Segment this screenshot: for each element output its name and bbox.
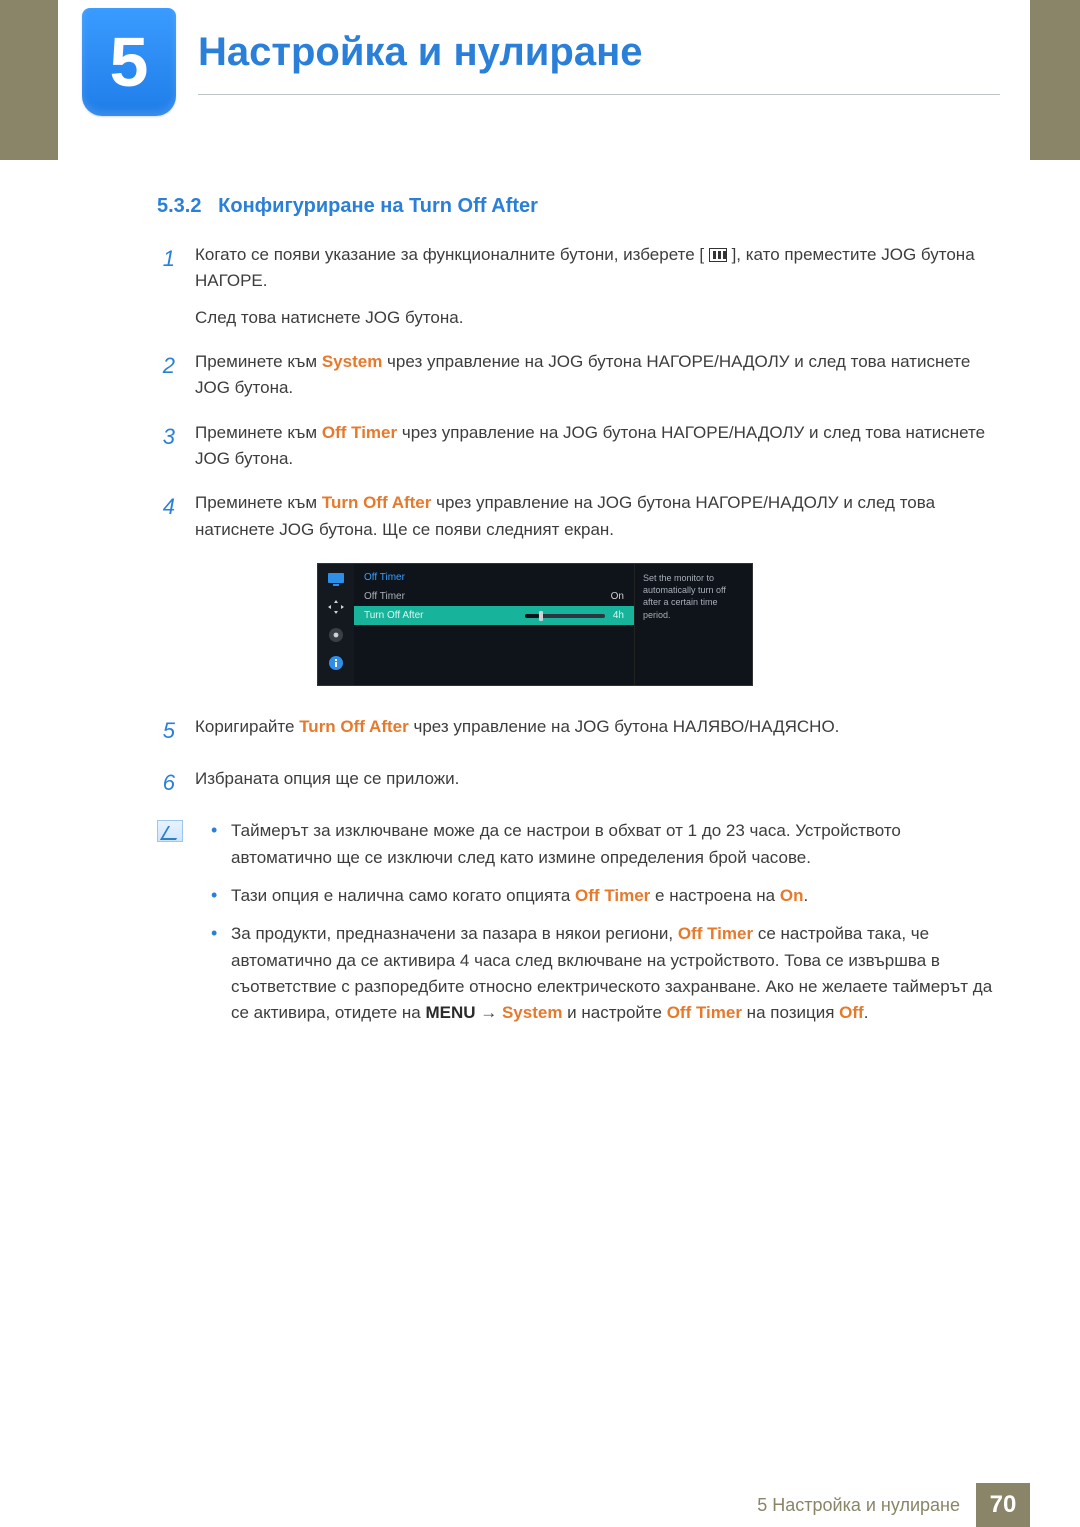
text: Тази опция е налична само когато опцията	[231, 886, 575, 905]
bullet-icon: •	[211, 818, 219, 871]
title-underline	[198, 94, 1000, 95]
step-number: 1	[157, 242, 175, 331]
text: →	[476, 1003, 502, 1022]
chapter-number-badge: 5	[82, 8, 176, 116]
osd-main: Off Timer Off Timer On Turn Off After 4h…	[354, 564, 752, 685]
text: .	[803, 886, 808, 905]
step-number: 5	[157, 714, 175, 748]
keyword-system: System	[502, 1003, 562, 1022]
bullet-icon: •	[211, 883, 219, 909]
page-content: 5.3.2 Конфигуриране на Turn Off After 1 …	[157, 195, 1000, 1039]
osd-panel: Off Timer Off Timer On Turn Off After 4h…	[317, 563, 753, 686]
page-header: 5 Настройка и нулиране	[0, 0, 1080, 160]
osd-row-label: Turn Off After	[364, 610, 423, 621]
osd-row-turn-off-after: Turn Off After 4h	[354, 606, 634, 625]
keyword-system: System	[322, 352, 382, 371]
bullet-icon: •	[211, 921, 219, 1026]
step-body: Преминете към Turn Off After чрез управл…	[195, 490, 1000, 543]
keyword-turn-off-after: Turn Off After	[299, 717, 409, 736]
step-3: 3 Преминете към Off Timer чрез управлени…	[157, 420, 1000, 473]
osd-menu: Off Timer Off Timer On Turn Off After 4h	[354, 564, 634, 685]
osd-row-value: On	[611, 591, 624, 602]
page-left-margin	[0, 160, 58, 1527]
step-4: 4 Преминете към Turn Off After чрез упра…	[157, 490, 1000, 543]
osd-slider	[525, 614, 605, 618]
note-list: • Таймерът за изключване може да се наст…	[211, 818, 1000, 1038]
monitor-icon	[326, 570, 346, 588]
note-text: Таймерът за изключване може да се настро…	[231, 818, 1000, 871]
step-body: Преминете към System чрез управление на …	[195, 349, 1000, 402]
note-block: • Таймерът за изключване може да се наст…	[157, 818, 1000, 1038]
chapter-title: Настройка и нулиране	[198, 30, 642, 75]
page-right-margin	[1030, 160, 1080, 1527]
section-title: Конфигуриране на Turn Off After	[218, 195, 538, 217]
page-footer: 5 Настройка и нулиране 70	[58, 1483, 1030, 1527]
step-1: 1 Когато се появи указание за функционал…	[157, 242, 1000, 331]
keyword-off: Off	[839, 1003, 864, 1022]
step-1-sub: След това натиснете JOG бутона.	[195, 305, 1000, 331]
section-number: 5.3.2	[157, 195, 201, 217]
text: на позиция	[742, 1003, 839, 1022]
keyword-off-timer: Off Timer	[667, 1003, 742, 1022]
step-number: 4	[157, 490, 175, 543]
menu-icon	[709, 248, 727, 262]
text: За продукти, предназначени за пазара в н…	[231, 924, 678, 943]
osd-row-value: 4h	[613, 610, 624, 621]
osd-row-off-timer: Off Timer On	[354, 587, 634, 606]
text: Таймерът за изключване може да се настро…	[231, 821, 901, 866]
step-number: 2	[157, 349, 175, 402]
arrows-icon	[326, 598, 346, 616]
header-right-stripe	[1030, 0, 1080, 160]
step-body: Преминете към Off Timer чрез управление …	[195, 420, 1000, 473]
step-body: Когато се появи указание за функционални…	[195, 242, 1000, 331]
header-left-stripe	[0, 0, 58, 160]
page-number: 70	[976, 1483, 1030, 1527]
note-text: За продукти, предназначени за пазара в н…	[231, 921, 1000, 1026]
keyword-menu: MENU	[425, 1003, 475, 1022]
text: Избраната опция ще се приложи.	[195, 769, 459, 788]
osd-screenshot: Off Timer Off Timer On Turn Off After 4h…	[317, 563, 1000, 686]
osd-sidebar	[318, 564, 354, 685]
step-body: Избраната опция ще се приложи.	[195, 766, 1000, 800]
text: Преминете към	[195, 493, 322, 512]
text: .	[864, 1003, 869, 1022]
step-5: 5 Коригирайте Turn Off After чрез управл…	[157, 714, 1000, 748]
keyword-off-timer: Off Timer	[678, 924, 753, 943]
footer-label: 5 Настройка и нулиране	[741, 1483, 976, 1527]
step-1-pre: Когато се появи указание за функционални…	[195, 245, 704, 264]
note-item-1: • Таймерът за изключване може да се наст…	[211, 818, 1000, 871]
osd-menu-header: Off Timer	[354, 568, 634, 587]
step-2: 2 Преминете към System чрез управление н…	[157, 349, 1000, 402]
note-text: Тази опция е налична само когато опцията…	[231, 883, 808, 909]
text: Преминете към	[195, 352, 322, 371]
note-item-2: • Тази опция е налична само когато опция…	[211, 883, 1000, 909]
keyword-off-timer: Off Timer	[322, 423, 397, 442]
osd-help-text: Set the monitor to automatically turn of…	[634, 564, 752, 685]
step-body: Коригирайте Turn Off After чрез управлен…	[195, 714, 1000, 748]
text: е настроена на	[650, 886, 780, 905]
info-icon	[326, 654, 346, 672]
keyword-off-timer: Off Timer	[575, 886, 650, 905]
section-heading: 5.3.2 Конфигуриране на Turn Off After	[157, 195, 1000, 218]
osd-row-label: Off Timer	[364, 591, 405, 602]
note-icon	[157, 820, 183, 842]
step-number: 3	[157, 420, 175, 473]
keyword-on: On	[780, 886, 804, 905]
note-item-3: • За продукти, предназначени за пазара в…	[211, 921, 1000, 1026]
text: и настройте	[562, 1003, 666, 1022]
text: Преминете към	[195, 423, 322, 442]
gear-icon	[326, 626, 346, 644]
keyword-turn-off-after: Turn Off After	[322, 493, 432, 512]
text: чрез управление на JOG бутона НАЛЯВО/НАД…	[409, 717, 840, 736]
text: Коригирайте	[195, 717, 299, 736]
step-6: 6 Избраната опция ще се приложи.	[157, 766, 1000, 800]
step-number: 6	[157, 766, 175, 800]
